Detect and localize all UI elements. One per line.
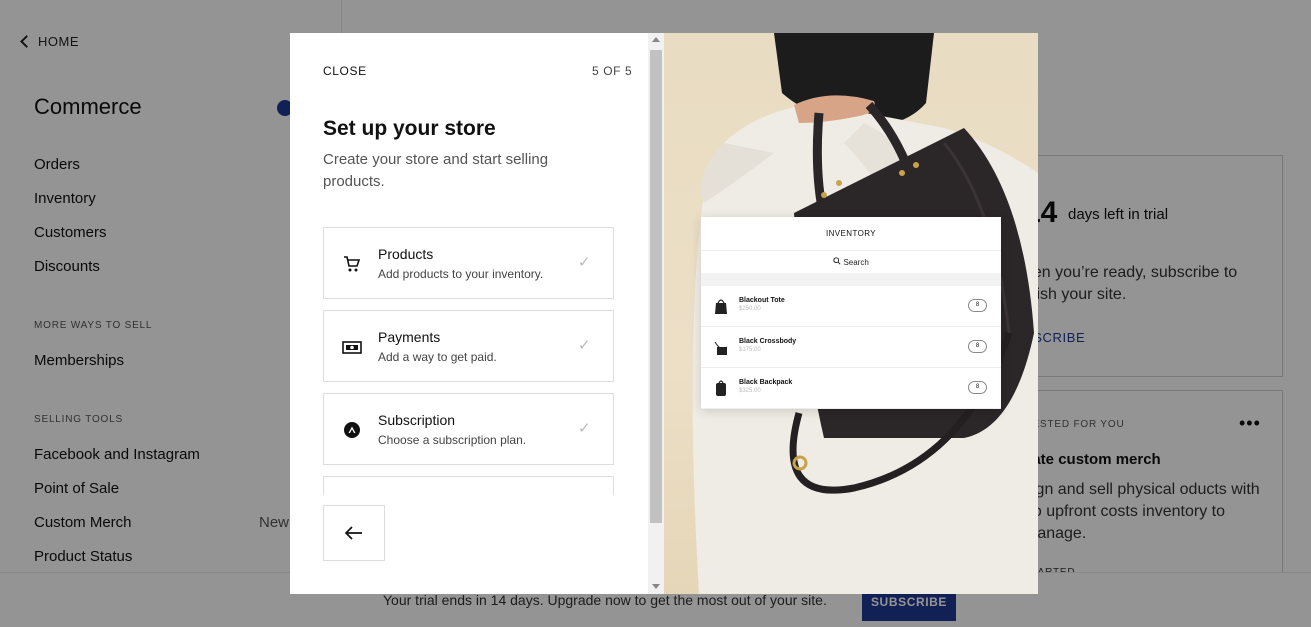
modal-subtitle: Create your store and start selling prod…: [323, 151, 549, 190]
item-price: $175.00: [739, 347, 761, 353]
search-label: Search: [843, 258, 869, 267]
tote-bag-icon: [715, 299, 727, 314]
checkmark-icon: ✓: [578, 337, 591, 354]
item-price: $250.00: [739, 306, 761, 312]
step-payments[interactable]: Payments Add a way to get paid. ✓: [323, 310, 614, 382]
checkmark-icon: ✓: [578, 254, 591, 271]
scroll-down-arrow-icon[interactable]: [652, 584, 660, 589]
item-name: Blackout Tote: [739, 297, 785, 304]
panel-scrollbar[interactable]: [648, 33, 664, 594]
inventory-search: Search: [701, 257, 1001, 267]
inventory-row: Black Backpack $325.00 8: [701, 368, 1001, 409]
inventory-gap: [701, 273, 1001, 286]
search-icon: [833, 257, 843, 267]
item-qty: 8: [968, 340, 987, 353]
step-title: Products: [378, 246, 434, 262]
step-subscription[interactable]: Subscription Choose a subscription plan.…: [323, 393, 614, 465]
step-description: Add products to your inventory.: [378, 267, 544, 281]
step-counter: 5 OF 5: [592, 64, 633, 78]
arrow-left-icon: [344, 526, 362, 540]
setup-step-list: Products Add products to your inventory.…: [323, 227, 615, 495]
inventory-preview-title: INVENTORY: [826, 229, 876, 238]
scroll-thumb[interactable]: [650, 50, 662, 523]
item-price: $325.00: [739, 388, 761, 394]
item-qty: 8: [968, 299, 987, 312]
divider: [701, 250, 1001, 251]
item-name: Black Backpack: [739, 379, 793, 386]
back-button[interactable]: [323, 505, 385, 561]
subscription-icon: [342, 420, 362, 440]
payment-icon: [342, 337, 362, 357]
scroll-up-arrow-icon[interactable]: [652, 37, 660, 42]
crossbody-bag-icon: [714, 341, 728, 355]
backpack-icon: [716, 380, 726, 396]
setup-store-modal: CLOSE 5 OF 5 Set up your store Create yo…: [290, 33, 1038, 594]
step-description: Choose a subscription plan.: [378, 433, 527, 447]
step-title: Subscription: [378, 412, 456, 428]
cart-icon: [342, 254, 362, 274]
setup-panel: CLOSE 5 OF 5 Set up your store Create yo…: [290, 33, 650, 594]
checkmark-icon: ✓: [578, 420, 591, 437]
modal-title: Set up your store: [323, 117, 496, 140]
item-name: Black Crossbody: [739, 338, 797, 345]
item-qty: 8: [968, 381, 987, 394]
step-partial[interactable]: [323, 476, 614, 495]
step-description: Add a way to get paid.: [378, 350, 497, 364]
inventory-preview-card: INVENTORY Search Blackout Tote $250.00 8…: [701, 217, 1001, 409]
close-button[interactable]: CLOSE: [323, 64, 367, 78]
step-products[interactable]: Products Add products to your inventory.…: [323, 227, 614, 299]
inventory-row: Blackout Tote $250.00 8: [701, 286, 1001, 327]
step-title: Payments: [378, 329, 441, 345]
inventory-row: Black Crossbody $175.00 8: [701, 327, 1001, 368]
